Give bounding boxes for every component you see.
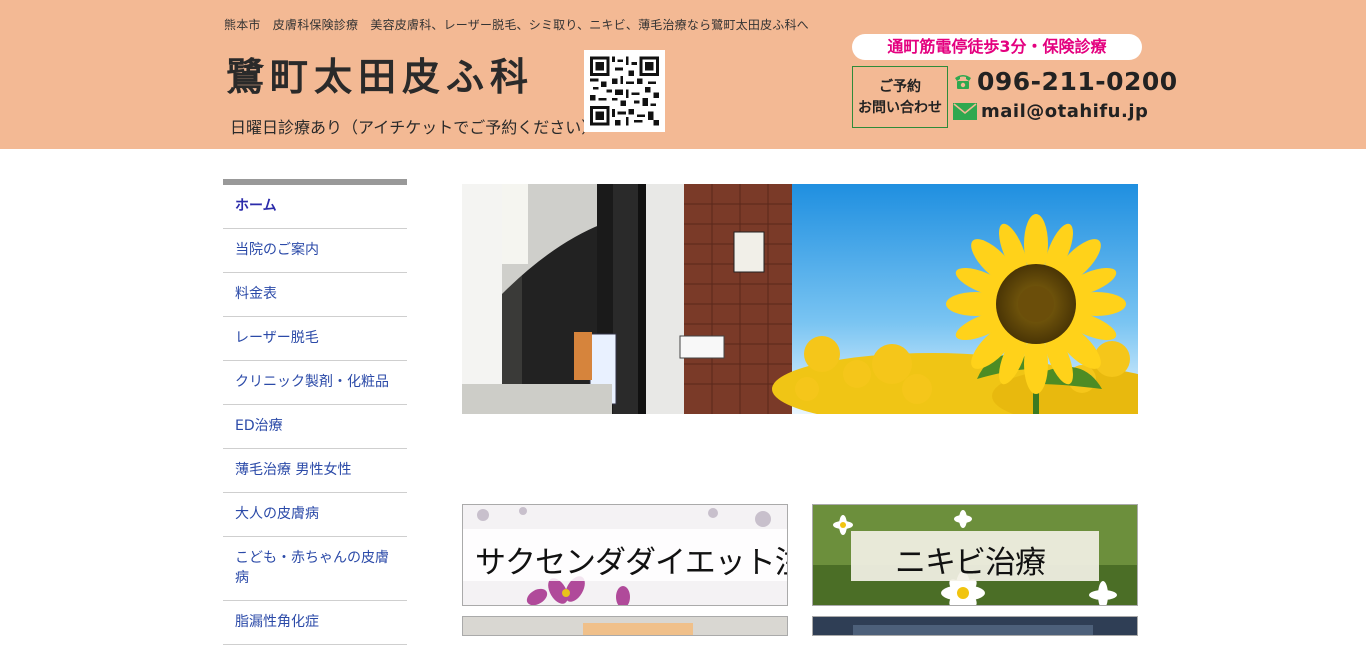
sidebar-item-price[interactable]: 料金表 <box>223 273 407 317</box>
phone-link[interactable]: 096-211-0200 <box>953 66 1178 96</box>
banner-label-acne: ニキビ治療 <box>895 545 1046 581</box>
email-address: mail@otahifu.jp <box>981 100 1149 122</box>
qr-code-icon <box>584 50 665 132</box>
banner-label-saxenda: サクセンダダイエット注射 <box>475 545 787 581</box>
hero-image <box>462 184 1138 414</box>
sidebar-item-ed[interactable]: ED治療 <box>223 405 407 449</box>
sidebar-nav: ホーム 当院のご案内 料金表 レーザー脱毛 クリニック製剤・化粧品 ED治療 薄… <box>223 179 407 645</box>
sidebar-item-adult-skin[interactable]: 大人の皮膚病 <box>223 493 407 537</box>
banner-lower-left[interactable] <box>462 616 788 636</box>
contact-box[interactable]: ご予約 お問い合わせ <box>852 66 948 128</box>
email-link[interactable]: mail@otahifu.jp <box>953 98 1148 124</box>
clinic-logo[interactable]: 鷺町太田皮ふ科 <box>226 46 534 101</box>
sidebar-item-cosmetics[interactable]: クリニック製剤・化粧品 <box>223 361 407 405</box>
phone-number: 096-211-0200 <box>977 66 1178 96</box>
sidebar-item-hair-loss[interactable]: 薄毛治療 男性女性 <box>223 449 407 493</box>
site-header: 熊本市 皮膚科保険診療 美容皮膚科、レーザー脱毛、シミ取り、ニキビ、薄毛治療なら… <box>0 0 1366 149</box>
sidebar-item-home[interactable]: ホーム <box>223 185 407 229</box>
banner-saxenda-diet[interactable]: サクセンダダイエット注射 <box>462 504 788 606</box>
contact-label-reserve: ご予約 <box>879 79 921 95</box>
banner-lower-right[interactable] <box>812 616 1138 636</box>
access-badge: 通町筋電停徒歩3分・保険診療 <box>852 34 1142 60</box>
sidebar-item-child-skin[interactable]: こども・赤ちゃんの皮膚病 <box>223 537 407 601</box>
banner-acne-treatment[interactable]: ニキビ治療 <box>812 504 1138 606</box>
phone-icon <box>955 75 971 89</box>
sidebar-item-about[interactable]: 当院のご案内 <box>223 229 407 273</box>
sidebar-item-seborrheic-keratosis[interactable]: 脂漏性角化症 <box>223 601 407 645</box>
mail-icon <box>953 102 977 120</box>
header-tagline: 熊本市 皮膚科保険診療 美容皮膚科、レーザー脱毛、シミ取り、ニキビ、薄毛治療なら… <box>224 18 809 32</box>
sunday-notice: 日曜日診療あり（アイチケットでご予約ください） <box>230 118 598 137</box>
sidebar-item-laser-hair-removal[interactable]: レーザー脱毛 <box>223 317 407 361</box>
contact-label-inquiry: お問い合わせ <box>858 100 942 116</box>
